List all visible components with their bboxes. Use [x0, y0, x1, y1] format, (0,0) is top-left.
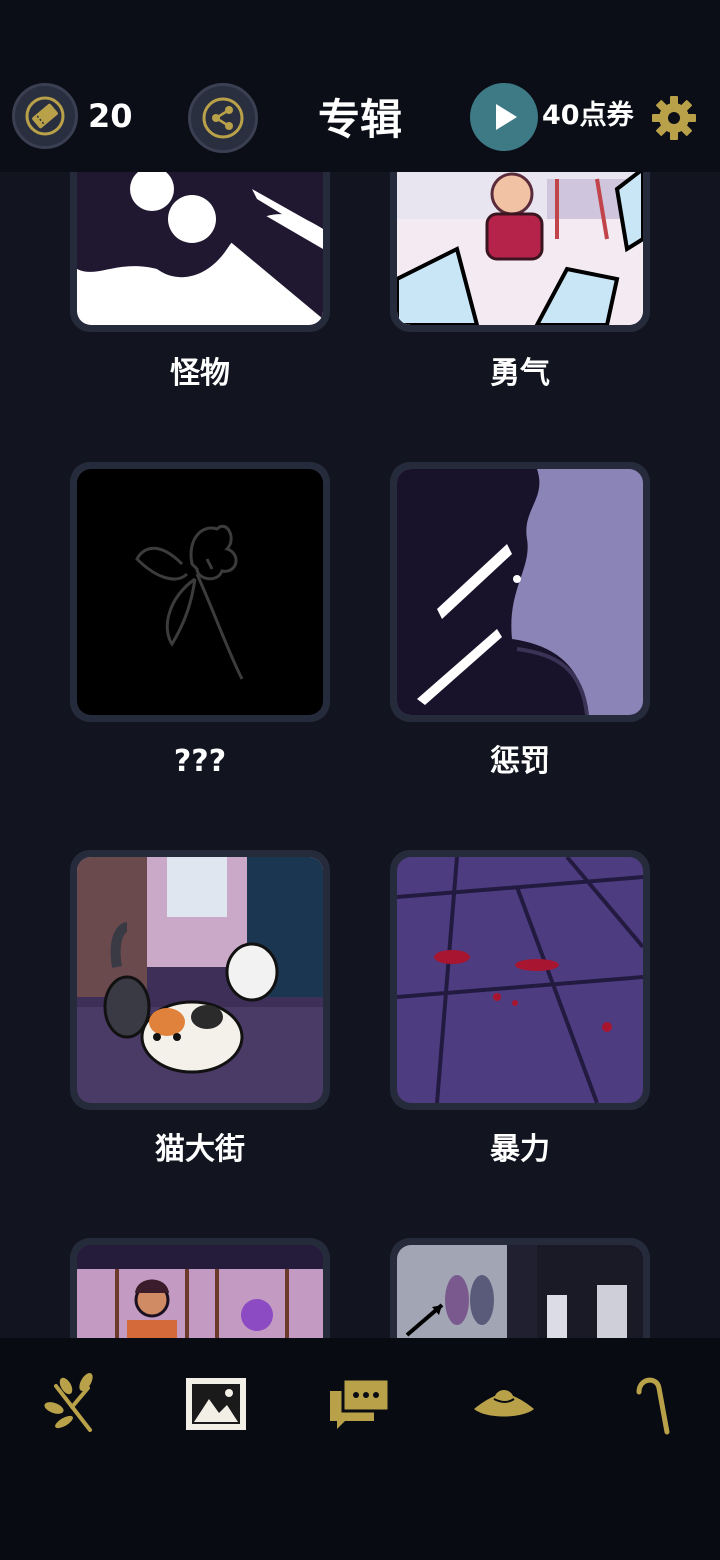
watch-ad-button[interactable]: [470, 83, 538, 151]
play-icon: [496, 104, 517, 130]
nav-hat[interactable]: [468, 1368, 540, 1440]
classroom-art: [77, 1245, 323, 1338]
share-icon: [202, 97, 244, 139]
share-button[interactable]: [188, 83, 258, 153]
album-label-cat-street: 猫大街: [155, 1132, 245, 1167]
ticket-count: 20: [88, 97, 133, 135]
album-card-shoes[interactable]: [390, 1238, 650, 1338]
nav-messages[interactable]: [324, 1368, 396, 1440]
album-label-locked: ???: [173, 744, 227, 779]
nav-cane[interactable]: [612, 1368, 684, 1440]
album-grid: 怪物 勇气 ??? 惩罚 猫大街 暴力: [0, 172, 720, 1338]
album-card-locked[interactable]: [70, 462, 330, 722]
coupon-label: 40点券: [542, 100, 634, 131]
punishment-art: [397, 469, 643, 715]
top-bar: 20 专辑 40点券: [0, 0, 720, 172]
gear-icon: [652, 96, 696, 140]
monster-art: [77, 172, 323, 325]
album-card-classroom[interactable]: [70, 1238, 330, 1338]
ticket-icon: [25, 96, 65, 136]
cat-street-art: [77, 857, 323, 1103]
cane-icon: [636, 1377, 670, 1435]
album-label-monster: 怪物: [170, 356, 230, 391]
bottom-nav: [0, 1338, 720, 1560]
hat-icon: [474, 1390, 534, 1417]
shoes-art: [397, 1245, 643, 1338]
nav-branch[interactable]: [36, 1368, 108, 1440]
album-card-monster[interactable]: [70, 172, 330, 332]
ticket-button[interactable]: [12, 83, 78, 149]
album-card-violence[interactable]: [390, 850, 650, 1110]
settings-button[interactable]: [648, 92, 700, 144]
album-label-violence: 暴力: [490, 1132, 550, 1167]
album-card-punishment[interactable]: [390, 462, 650, 722]
album-card-cat-street[interactable]: [70, 850, 330, 1110]
album-card-courage[interactable]: [390, 172, 650, 332]
courage-art: [397, 172, 643, 325]
page-title: 专辑: [317, 95, 402, 144]
nav-gallery[interactable]: [180, 1368, 252, 1440]
album-label-punishment: 惩罚: [490, 744, 550, 779]
locked-flower-art: [77, 469, 323, 715]
violence-art: [397, 857, 643, 1103]
branch-icon: [44, 1372, 93, 1432]
gallery-icon: [186, 1378, 246, 1430]
album-label-courage: 勇气: [490, 356, 550, 391]
messages-icon: [330, 1377, 391, 1429]
